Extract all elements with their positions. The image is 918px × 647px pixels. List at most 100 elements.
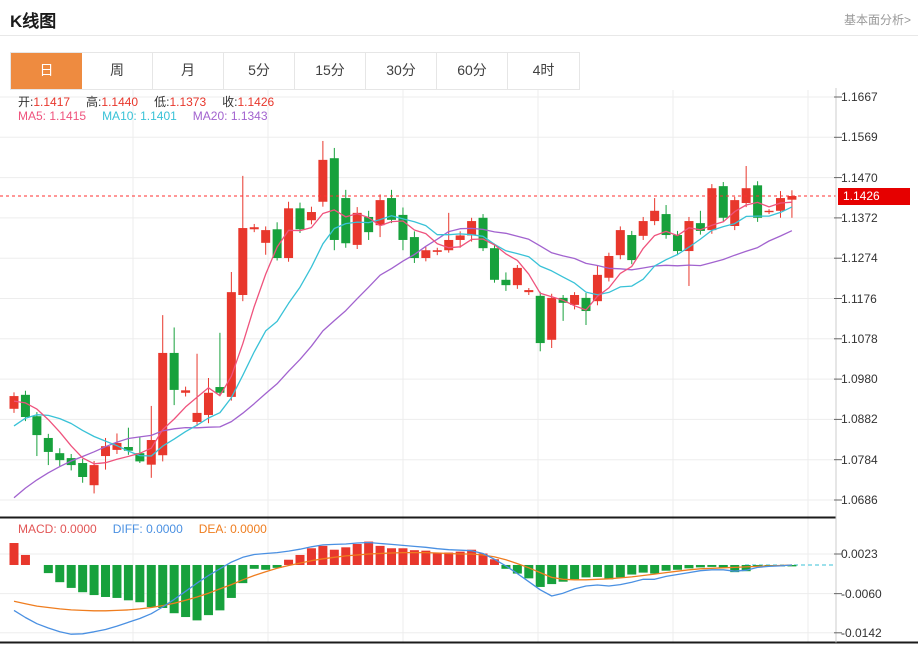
macd-bar — [593, 565, 602, 577]
macd-bar — [124, 565, 133, 600]
chart-area[interactable]: 开:1.1417 高:1.1440 低:1.1373 收:1.1426 MA5:… — [0, 88, 918, 647]
candle-body — [719, 186, 728, 218]
price-axis-label: 1.1176 — [841, 291, 915, 307]
macd-bar — [639, 565, 648, 573]
macd-bar — [250, 565, 259, 569]
tab-day[interactable]: 日 — [11, 53, 82, 89]
macd-bar — [55, 565, 64, 582]
candle-body — [21, 395, 30, 417]
candle-body — [238, 228, 247, 295]
candle-body — [296, 208, 305, 229]
tab-4hour[interactable]: 4时 — [508, 53, 579, 89]
candle-body — [616, 230, 625, 255]
macd-bar — [433, 553, 442, 565]
price-axis-label: 1.1667 — [841, 89, 915, 105]
candle-body — [490, 248, 499, 280]
diff-value: DIFF: 0.0000 — [113, 522, 183, 536]
candle-body — [765, 211, 774, 212]
macd-bar — [616, 565, 625, 577]
candle-body — [32, 416, 41, 435]
macd-bar — [490, 559, 499, 565]
macd-axis-label: -0.0060 — [841, 586, 915, 602]
macd-bar — [10, 543, 19, 565]
macd-value: MACD: 0.0000 — [18, 522, 97, 536]
macd-bar — [261, 565, 270, 570]
ma20-value: MA20: 1.1343 — [193, 109, 268, 123]
fundamental-analysis-link[interactable]: 基本面分析> — [844, 11, 911, 28]
ma10-value: MA10: 1.1401 — [102, 109, 177, 123]
candle-body — [10, 396, 19, 409]
macd-bar — [135, 565, 144, 602]
current-price-badge: 1.1426 — [838, 188, 910, 205]
candle-body — [307, 212, 316, 220]
tab-60min[interactable]: 60分 — [437, 53, 508, 89]
macd-bar — [662, 565, 671, 571]
candle-body — [501, 280, 510, 285]
candle-body — [627, 235, 636, 260]
kline-chart-canvas — [0, 88, 918, 645]
candle-body — [421, 250, 430, 258]
macd-bar — [204, 565, 213, 615]
macd-bar — [44, 565, 53, 573]
candle-body — [353, 213, 362, 245]
candle-body — [570, 295, 579, 305]
macd-bar — [318, 546, 327, 565]
candle-body — [673, 235, 682, 251]
price-axis-label: 1.1470 — [841, 170, 915, 186]
tab-15min[interactable]: 15分 — [295, 53, 366, 89]
candle-body — [341, 198, 350, 243]
macd-bar — [513, 565, 522, 574]
macd-bar — [627, 565, 636, 575]
tab-5min[interactable]: 5分 — [224, 53, 295, 89]
price-axis-label: 1.1274 — [841, 250, 915, 266]
macd-bar — [170, 565, 179, 613]
candle-body — [204, 393, 213, 415]
candle-body — [376, 200, 385, 225]
ohlc-legend: 开:1.1417 高:1.1440 低:1.1373 收:1.1426 — [18, 93, 274, 110]
macd-bar — [536, 565, 545, 587]
price-axis-label: 1.0980 — [841, 371, 915, 387]
tab-month[interactable]: 月 — [153, 53, 224, 89]
macd-bar — [101, 565, 110, 597]
price-axis-label: 1.1372 — [841, 210, 915, 226]
macd-bar — [112, 565, 121, 598]
macd-bar — [67, 565, 76, 588]
candle-body — [753, 185, 762, 217]
candle-body — [524, 290, 533, 292]
macd-bar — [21, 555, 30, 565]
candle-body — [193, 413, 202, 422]
candle-body — [433, 250, 442, 252]
candle-body — [181, 390, 190, 392]
macd-bar — [684, 565, 693, 568]
candle-body — [170, 353, 179, 390]
low-value: 低:1.1373 — [154, 93, 206, 110]
macd-bar — [707, 565, 716, 567]
macd-bar — [444, 553, 453, 565]
candle-body — [284, 208, 293, 258]
macd-axis-label: -0.0142 — [841, 625, 915, 641]
page-title: K线图 — [10, 7, 56, 32]
price-axis-label: 1.0784 — [841, 452, 915, 468]
macd-bar — [227, 565, 236, 598]
macd-bar — [398, 548, 407, 565]
tab-week[interactable]: 周 — [82, 53, 153, 89]
candle-body — [787, 196, 796, 200]
candle-body — [479, 218, 488, 248]
macd-bar — [147, 565, 156, 607]
close-value: 收:1.1426 — [222, 93, 274, 110]
high-value: 高:1.1440 — [86, 93, 138, 110]
tab-30min[interactable]: 30分 — [366, 53, 437, 89]
dea-value: DEA: 0.0000 — [199, 522, 267, 536]
macd-bar — [387, 548, 396, 565]
macd-bar — [78, 565, 87, 592]
macd-bar — [158, 565, 167, 608]
candle-body — [639, 221, 648, 236]
candle-body — [55, 453, 64, 460]
macd-bar — [547, 565, 556, 584]
macd-bar — [193, 565, 202, 620]
ma5-value: MA5: 1.1415 — [18, 109, 86, 123]
macd-bar — [570, 565, 579, 579]
price-axis-label: 1.1078 — [841, 331, 915, 347]
candle-body — [513, 268, 522, 285]
macd-bar — [307, 548, 316, 565]
